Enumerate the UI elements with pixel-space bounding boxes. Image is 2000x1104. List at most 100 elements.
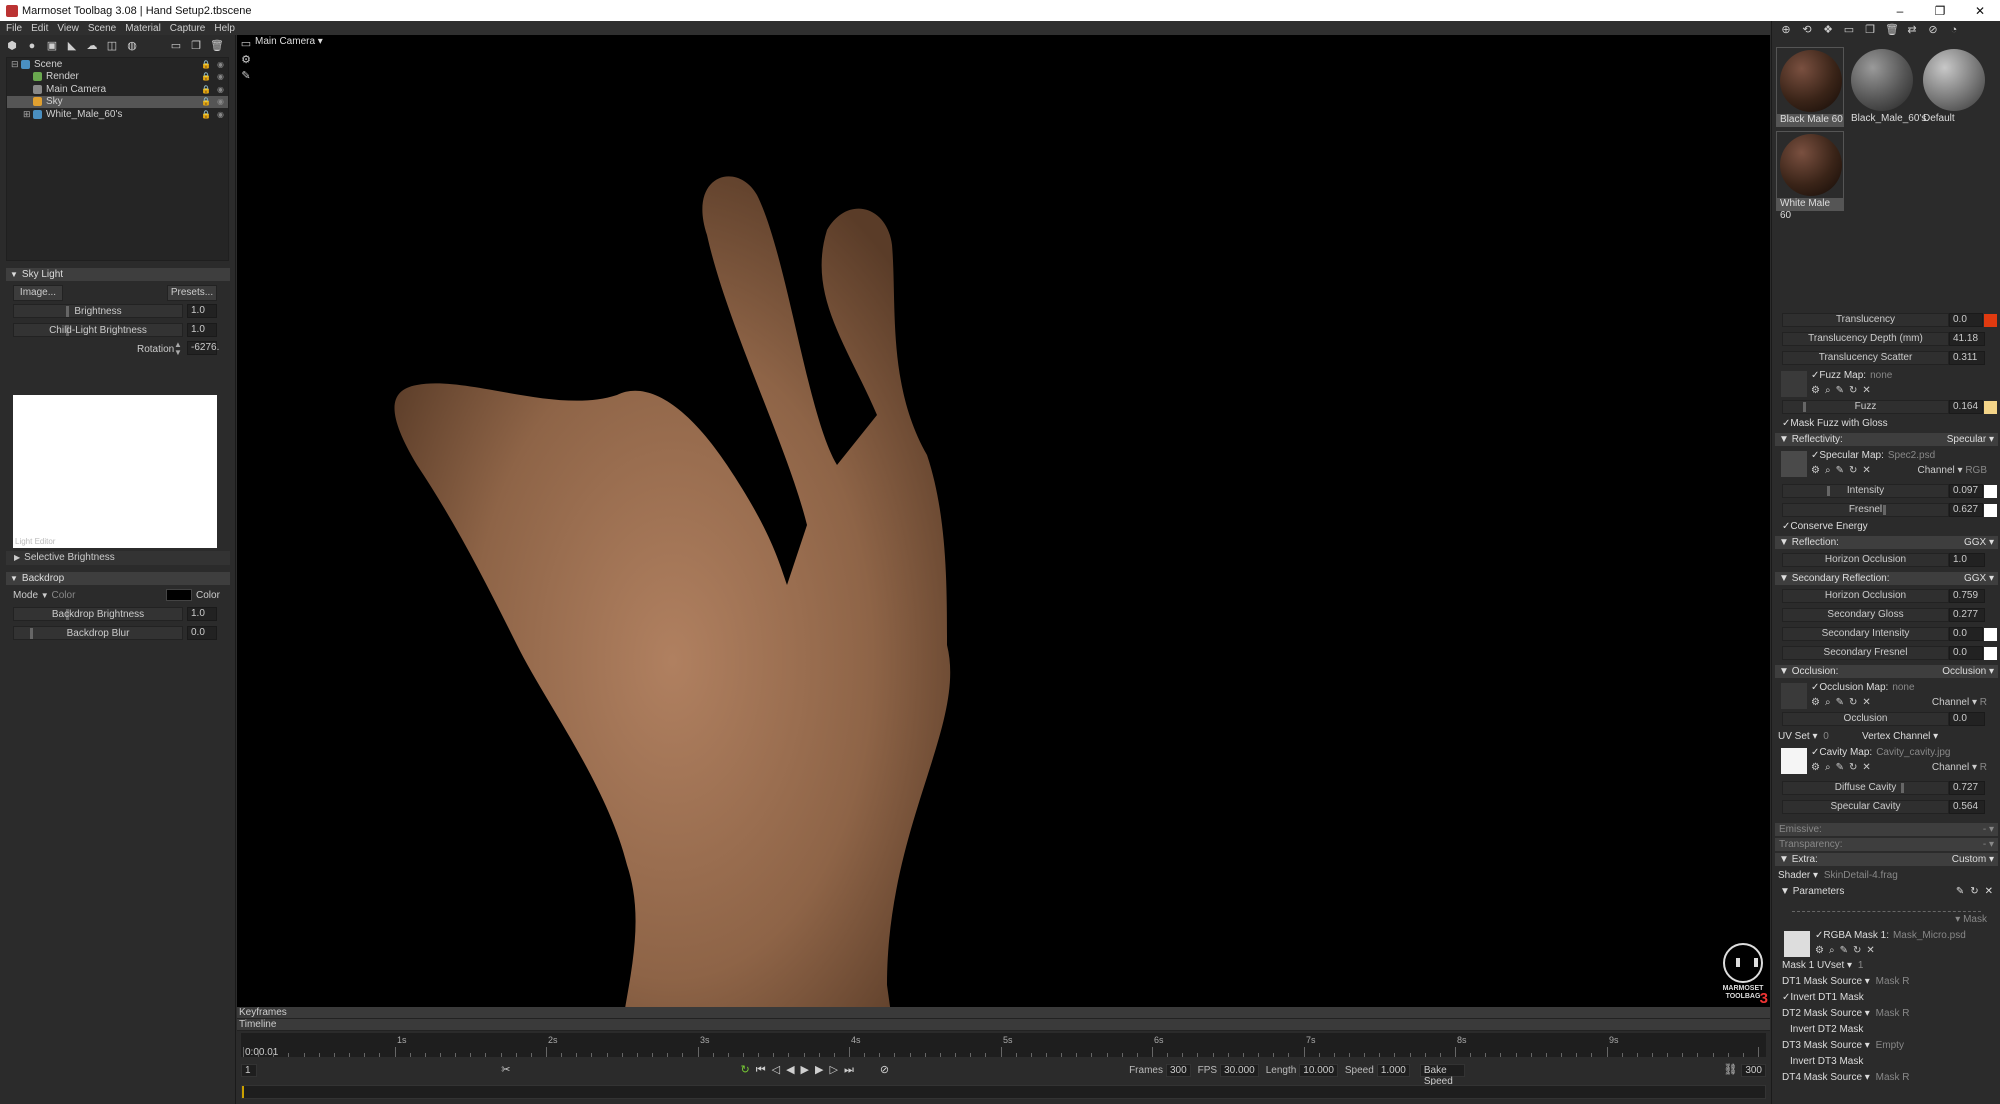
brightness-value[interactable]: 1.0 bbox=[187, 304, 217, 318]
spec-map-file[interactable]: Spec2.psd bbox=[1888, 450, 1935, 461]
search-icon[interactable]: ⌕ bbox=[1829, 945, 1835, 956]
search-icon[interactable]: ⌕ bbox=[1825, 697, 1831, 708]
diffuse-cavity-value[interactable]: 0.727 bbox=[1949, 781, 1985, 795]
link-icon[interactable]: ⛓ bbox=[1723, 1064, 1737, 1076]
tree-toggle-icon[interactable]: ⊟ bbox=[11, 59, 21, 70]
keyframe-tool-icon[interactable]: ✂ bbox=[501, 1064, 510, 1076]
secondary-mode-dropdown[interactable]: GGX ▾ bbox=[1964, 572, 1994, 585]
reflection-mode-dropdown[interactable]: GGX ▾ bbox=[1964, 536, 1994, 549]
occlusion-mode-dropdown[interactable]: Occlusion ▾ bbox=[1942, 665, 1994, 678]
pencil-icon[interactable]: ✎ bbox=[1836, 385, 1844, 396]
translucency-color-swatch[interactable] bbox=[1984, 314, 1997, 327]
cavity-channel-dropdown[interactable]: Channel ▾ R bbox=[1932, 762, 1987, 773]
horizon2-value[interactable]: 0.759 bbox=[1949, 589, 1985, 603]
gear-icon[interactable]: ⚙ bbox=[1811, 762, 1820, 773]
backdrop-brightness-value[interactable]: 1.0 bbox=[187, 607, 217, 621]
light-editor[interactable]: Light Editor bbox=[13, 395, 217, 548]
duplicate-icon[interactable]: ❐ bbox=[190, 40, 202, 52]
dt2-row[interactable]: DT2 Mask Source ▾ Mask R bbox=[1772, 1006, 2000, 1022]
speed-field[interactable]: 1.000 bbox=[1376, 1063, 1410, 1077]
cavity-map-file[interactable]: Cavity_cavity.jpg bbox=[1876, 747, 1950, 758]
search-icon[interactable]: ⌕ bbox=[1825, 465, 1831, 476]
next-frame-icon[interactable]: ▶ bbox=[815, 1064, 823, 1076]
frame-end-field[interactable]: 300 bbox=[1741, 1063, 1766, 1077]
duplicate-icon[interactable]: ❐ bbox=[1864, 24, 1876, 36]
diffuse-cavity-slider[interactable]: Diffuse Cavity bbox=[1782, 781, 1949, 795]
tree-item[interactable]: Sky 🔒 ◉ bbox=[7, 95, 228, 108]
spec-map-thumb[interactable] bbox=[1781, 451, 1807, 477]
extra-header[interactable]: ▼ Extra: Custom ▾ bbox=[1775, 853, 1998, 866]
occ-map-thumb[interactable] bbox=[1781, 683, 1807, 709]
rotation-value[interactable]: -6276. bbox=[187, 341, 219, 355]
bake-speed-button[interactable]: Bake Speed bbox=[1419, 1063, 1466, 1087]
invert-dt2-checkbox[interactable]: Invert DT2 Mask bbox=[1772, 1022, 2000, 1038]
search-icon[interactable]: ⌕ bbox=[1825, 385, 1831, 396]
dt4-row[interactable]: DT4 Mask Source ▾ Mask R bbox=[1772, 1070, 2000, 1086]
extra-mode-dropdown[interactable]: Custom ▾ bbox=[1952, 853, 1994, 866]
parameters-header[interactable]: ▼ Parameters bbox=[1772, 884, 2000, 900]
fuzz-map-file[interactable]: none bbox=[1870, 370, 1892, 381]
trans-scatter-value[interactable]: 0.311 bbox=[1949, 351, 1985, 365]
reload-icon[interactable]: ↻ bbox=[1849, 697, 1857, 708]
horizon1-value[interactable]: 1.0 bbox=[1949, 553, 1985, 567]
backdrop-blur-slider[interactable]: Backdrop Blur bbox=[13, 626, 183, 640]
trans-depth-slider[interactable]: Translucency Depth (mm) bbox=[1782, 332, 1949, 346]
tree-item[interactable]: ⊟ Scene 🔒 ◉ bbox=[7, 58, 228, 71]
child-light-value[interactable]: 1.0 bbox=[187, 323, 217, 337]
search-icon[interactable]: ⌕ bbox=[1825, 762, 1831, 773]
visibility-icon[interactable]: ◉ bbox=[217, 97, 224, 106]
trans-scatter-slider[interactable]: Translucency Scatter bbox=[1782, 351, 1949, 365]
reload-icon[interactable]: ↻ bbox=[1849, 385, 1857, 396]
gear-icon[interactable]: ⚙ bbox=[1811, 385, 1820, 396]
occlusion-value[interactable]: 0.0 bbox=[1949, 712, 1985, 726]
delete-icon[interactable]: 🗑 bbox=[1885, 24, 1899, 36]
sec-gloss-slider[interactable]: Secondary Gloss bbox=[1782, 608, 1949, 622]
fuzz-color-swatch[interactable] bbox=[1984, 401, 1997, 414]
lock-icon[interactable]: 🔒 bbox=[201, 72, 211, 81]
reload-icon[interactable]: ↻ bbox=[1849, 465, 1857, 476]
specular-cavity-slider[interactable]: Specular Cavity bbox=[1782, 800, 1949, 814]
material-preview-ball[interactable] bbox=[1923, 49, 1985, 111]
sky-image-button[interactable]: Image... bbox=[13, 285, 63, 301]
folder-icon[interactable]: ▭ bbox=[1843, 24, 1855, 36]
settings-icon[interactable]: ⊘ bbox=[880, 1064, 889, 1076]
close-icon[interactable]: ✕ bbox=[1862, 697, 1870, 708]
backdrop-brightness-slider[interactable]: Backdrop Brightness bbox=[13, 607, 183, 621]
emissive-header[interactable]: Emissive: - ▾ bbox=[1775, 823, 1998, 836]
next-key-icon[interactable]: ▷ bbox=[829, 1064, 837, 1076]
intensity-slider[interactable]: Intensity bbox=[1782, 484, 1949, 498]
menu-view[interactable]: View bbox=[57, 23, 79, 34]
reload-icon[interactable]: ↻ bbox=[1853, 945, 1861, 956]
menu-edit[interactable]: Edit bbox=[31, 23, 48, 34]
skip-start-icon[interactable]: ⏮ bbox=[756, 1064, 766, 1076]
dt3-row[interactable]: DT3 Mask Source ▾ Empty bbox=[1772, 1038, 2000, 1054]
transparency-header[interactable]: Transparency: - ▾ bbox=[1775, 838, 1998, 851]
sec-intensity-value[interactable]: 0.0 bbox=[1949, 627, 1983, 641]
lock-icon[interactable]: 🔒 bbox=[201, 97, 211, 106]
playhead[interactable] bbox=[242, 1086, 244, 1098]
material-swatch[interactable]: Black Male 60 bbox=[1776, 47, 1844, 127]
lock-icon[interactable]: 🔒 bbox=[201, 110, 211, 119]
translucency-value[interactable]: 0.0 bbox=[1949, 313, 1983, 327]
tree-toggle-icon[interactable]: ⊞ bbox=[23, 109, 33, 120]
add-sphere-icon[interactable]: ◍ bbox=[126, 40, 138, 52]
add-fog-icon[interactable]: ☁ bbox=[86, 40, 98, 52]
menu-help[interactable]: Help bbox=[214, 23, 235, 34]
sec-gloss-value[interactable]: 0.277 bbox=[1949, 608, 1985, 622]
menu-capture[interactable]: Capture bbox=[170, 23, 206, 34]
sec-fresnel-slider[interactable]: Secondary Fresnel bbox=[1782, 646, 1949, 660]
add-light-icon[interactable]: ● bbox=[26, 40, 38, 52]
slider-knob[interactable] bbox=[1901, 783, 1904, 793]
reflectivity-header[interactable]: ▼ Reflectivity: Specular ▾ bbox=[1775, 433, 1998, 446]
close-icon[interactable]: ✕ bbox=[1862, 385, 1870, 396]
new-material-icon[interactable]: ⊕ bbox=[1780, 24, 1792, 36]
timeline-bar[interactable]: Timeline bbox=[237, 1019, 1770, 1031]
minimize-button[interactable]: – bbox=[1880, 4, 1920, 18]
viewport[interactable]: ▭ ⚙ ✎ Main Camera ▾ MARMOSET TOOLBAG 3 bbox=[237, 35, 1770, 1007]
mask-fuzz-checkbox[interactable]: ✓Mask Fuzz with Gloss bbox=[1772, 417, 2000, 431]
sec-fresnel-color-swatch[interactable] bbox=[1984, 647, 1997, 660]
material-preview-ball[interactable] bbox=[1851, 49, 1913, 111]
pencil-icon[interactable]: ✎ bbox=[1836, 762, 1844, 773]
gear-icon[interactable]: ⚙ bbox=[1811, 697, 1820, 708]
restore-button[interactable]: ❐ bbox=[1920, 4, 1960, 18]
